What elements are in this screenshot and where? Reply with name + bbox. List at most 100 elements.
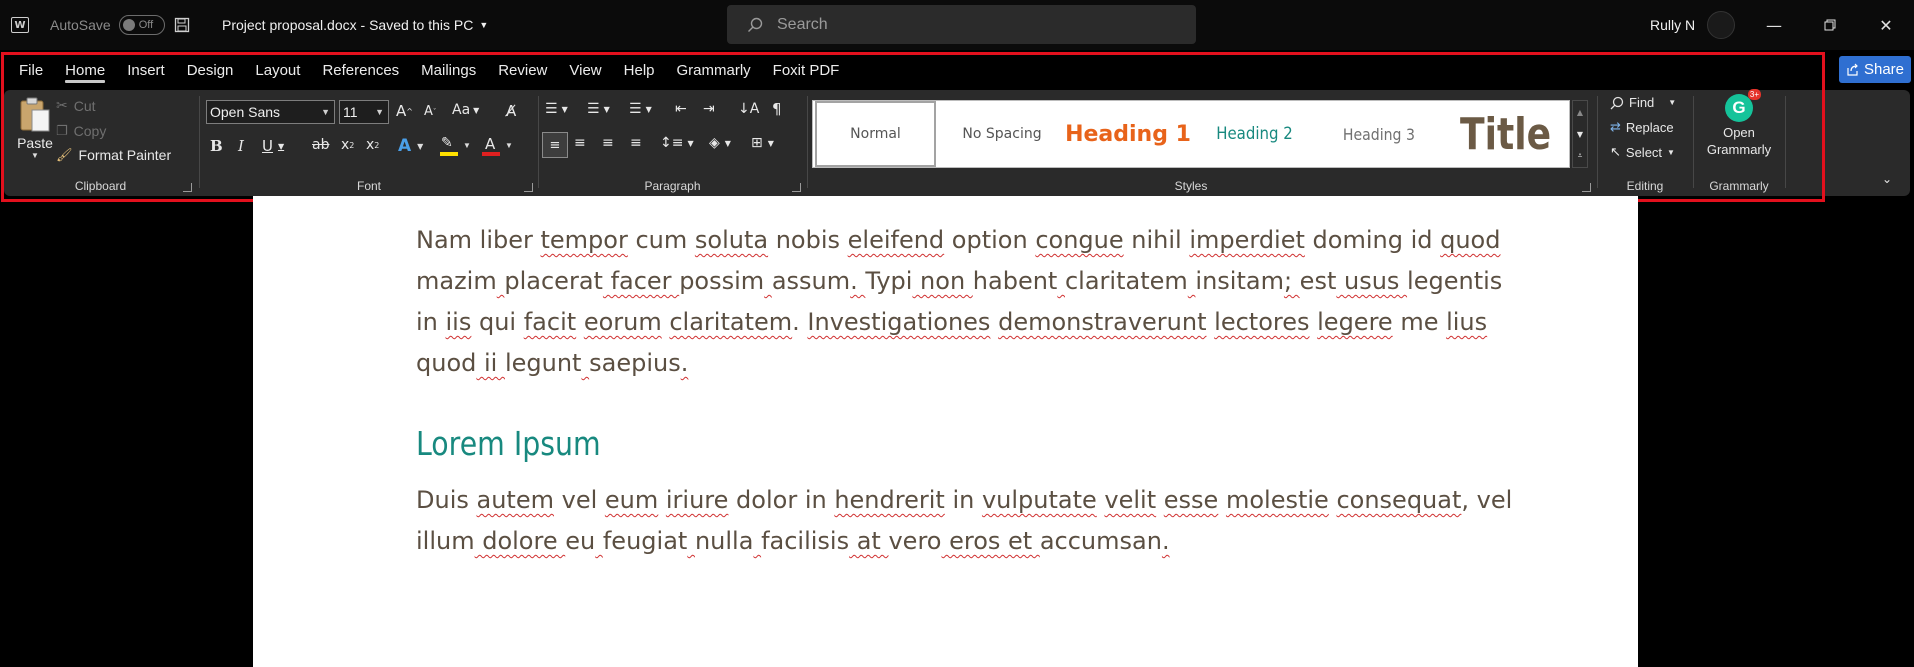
grammarly-group-label: Grammarly [1709, 179, 1769, 193]
text-segment [1156, 486, 1164, 514]
replace-button[interactable]: ⇄ Replace [1610, 120, 1674, 135]
user-account[interactable]: Rully N [1650, 0, 1736, 50]
misspelled-word: eum [604, 486, 659, 514]
misspelled-word [764, 267, 772, 295]
misspelled-word: . [1161, 527, 1170, 555]
styles-group: Normal No Spacing Heading 1 Heading 2 He… [4, 90, 1596, 196]
tab-grammarly[interactable]: Grammarly [666, 50, 762, 90]
misspelled-word: molestie [1225, 486, 1329, 514]
autosave-state: Off [138, 19, 154, 31]
misspelled-word [595, 527, 603, 555]
misspelled-word [1057, 267, 1065, 295]
minimize-button[interactable]: — [1751, 0, 1797, 50]
misspelled-word: eleifend [847, 226, 945, 254]
chevron-down-icon[interactable]: ▼ [1573, 123, 1587, 145]
misspelled-word: lectores [1214, 308, 1310, 336]
autosave-toggle[interactable]: Off [118, 15, 165, 35]
document-heading[interactable]: Lorem Ipsum [416, 424, 601, 463]
document-page[interactable]: Nam liber tempor cum soluta nobis eleife… [253, 196, 1638, 667]
tab-help[interactable]: Help [613, 50, 666, 90]
text-segment: claritatem [1064, 267, 1188, 295]
style-heading-2-label: Heading 2 [1215, 124, 1293, 144]
tab-mailings[interactable]: Mailings [410, 50, 487, 90]
tab-view[interactable]: View [558, 50, 612, 90]
misspelled-word: velit [1104, 486, 1157, 514]
style-heading-2[interactable]: Heading 2 [1193, 101, 1315, 167]
avatar[interactable] [1707, 11, 1736, 39]
tab-insert[interactable]: Insert [116, 50, 176, 90]
open-grammarly-button[interactable]: G 3+ Open Grammarly [1694, 89, 1784, 158]
close-button[interactable]: ✕ [1863, 0, 1909, 50]
text-segment: placerat [504, 267, 603, 295]
title-bar: W AutoSave Off Project proposal.docx - S… [0, 0, 1914, 50]
text-segment: option [944, 226, 1036, 254]
tab-layout[interactable]: Layout [244, 50, 311, 90]
text-segment: eu [565, 527, 596, 555]
style-title-label: Title [1460, 108, 1552, 160]
misspelled-word: eorum [583, 308, 662, 336]
text-segment: cum [627, 226, 695, 254]
text-segment [576, 308, 584, 336]
misspelled-word: quod [1440, 226, 1501, 254]
misspelled-word: non [912, 267, 973, 295]
style-normal[interactable]: Normal [815, 101, 936, 167]
tab-review[interactable]: Review [487, 50, 558, 90]
body-paragraph-2[interactable]: Duis autem vel eum iriure dolor in hendr… [416, 480, 1512, 562]
editing-group-label: Editing [1626, 179, 1664, 193]
text-line: Duis autem vel eum iriure dolor in hendr… [416, 480, 1512, 521]
find-button[interactable]: Find ▼ [1610, 95, 1676, 110]
text-segment: , vel [1461, 486, 1513, 514]
styles-gallery: Normal No Spacing Heading 1 Heading 2 He… [812, 100, 1570, 168]
body-paragraph-1[interactable]: Nam liber tempor cum soluta nobis eleife… [416, 220, 1502, 384]
misspelled-word: facit [523, 308, 577, 336]
misspelled-word: at [849, 527, 889, 555]
text-segment: vel [553, 486, 605, 514]
style-heading-3[interactable]: Heading 3 [1318, 101, 1440, 167]
text-segment: habent [972, 267, 1058, 295]
dialog-launcher-icon[interactable] [1582, 183, 1591, 192]
style-title[interactable]: Title [1443, 101, 1569, 167]
text-segment: facilisis [761, 527, 850, 555]
misspelled-word: . [850, 267, 866, 295]
text-segment: vero [888, 527, 942, 555]
misspelled-word: . [680, 349, 689, 377]
save-icon[interactable] [174, 0, 192, 50]
misspelled-word: facer [602, 267, 680, 295]
open-label: Open [1723, 125, 1755, 140]
misspelled-word: legere [1317, 308, 1393, 336]
tab-file[interactable]: File [8, 50, 54, 90]
style-normal-label: Normal [850, 126, 901, 142]
more-styles-icon[interactable]: ⩡ [1573, 145, 1587, 167]
word-app-icon[interactable]: W [11, 0, 33, 50]
misspelled-word [581, 349, 589, 377]
select-button[interactable]: ↖ Select ▼ [1610, 145, 1675, 160]
document-title[interactable]: Project proposal.docx - Saved to this PC… [222, 0, 488, 50]
tab-home[interactable]: Home [54, 50, 116, 90]
autosave-control[interactable]: AutoSave Off [50, 0, 165, 50]
text-line: mazim placerat facer possim assum. Typi … [416, 261, 1502, 302]
chevron-up-icon[interactable]: ▲ [1573, 101, 1587, 123]
chevron-down-icon: ▼ [479, 20, 489, 30]
text-segment [1218, 486, 1226, 514]
text-segment: Duis [416, 486, 477, 514]
tab-design[interactable]: Design [176, 50, 245, 90]
search-box[interactable]: Search [727, 5, 1196, 44]
editing-group: Find ▼ ⇄ Replace ↖ Select ▼ Editing [1598, 90, 1692, 196]
text-segment: in [416, 308, 446, 336]
text-segment: legunt [504, 349, 582, 377]
select-label: Select [1625, 145, 1663, 160]
text-segment: est [1299, 267, 1337, 295]
styles-scroll[interactable]: ▲ ▼ ⩡ [1572, 100, 1588, 168]
text-segment: illum [416, 527, 475, 555]
text-segment [1207, 308, 1215, 336]
restore-button[interactable] [1807, 0, 1853, 50]
share-button[interactable]: Share [1839, 56, 1911, 83]
text-line: Nam liber tempor cum soluta nobis eleife… [416, 220, 1500, 261]
style-heading-1[interactable]: Heading 1 [1065, 101, 1191, 167]
text-segment [990, 308, 998, 336]
grammarly-group: G 3+ Open Grammarly Grammarly [1694, 89, 1784, 196]
tab-references[interactable]: References [311, 50, 410, 90]
collapse-ribbon-icon[interactable]: ⌄ [1882, 172, 1892, 186]
style-no-spacing[interactable]: No Spacing [941, 101, 1063, 167]
tab-foxit-pdf[interactable]: Foxit PDF [762, 50, 851, 90]
